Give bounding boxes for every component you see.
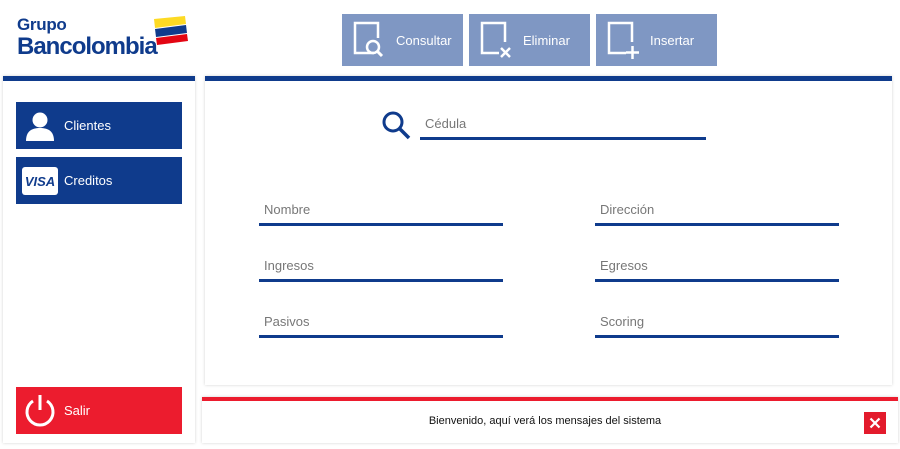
pasivos-field [259, 308, 503, 338]
direccion-field [595, 196, 839, 226]
eliminar-button[interactable]: Eliminar [469, 14, 590, 66]
visa-card-text: VISA [25, 174, 55, 189]
clientes-label: Clientes [64, 118, 111, 133]
insertar-button[interactable]: Insertar [596, 14, 717, 66]
consultar-label: Consultar [396, 32, 452, 48]
cedula-input[interactable] [420, 110, 706, 137]
creditos-label: Creditos [64, 173, 113, 188]
logo-top-text: Grupo [17, 15, 67, 34]
egresos-input[interactable] [595, 252, 839, 279]
app-window: Grupo Bancolombia Consultar Eliminar Ins… [0, 0, 900, 449]
pasivos-input[interactable] [259, 308, 503, 335]
creditos-button[interactable]: VISA Creditos [16, 157, 182, 204]
bancolombia-flag-icon [154, 16, 188, 45]
toolbar: Consultar Eliminar Insertar [342, 14, 717, 66]
system-message-bar: Bienvenido, aquí verá los mensajes del s… [202, 397, 898, 443]
insertar-label: Insertar [650, 32, 695, 48]
eliminar-label: Eliminar [523, 32, 570, 48]
system-message-text: Bienvenido, aquí verá los mensajes del s… [428, 415, 662, 427]
close-icon [869, 417, 881, 429]
scoring-field [595, 308, 839, 338]
bancolombia-logo: Grupo Bancolombia [17, 14, 192, 64]
clientes-button[interactable]: Clientes [16, 102, 182, 149]
nombre-input[interactable] [259, 196, 503, 223]
visa-card-icon: VISA [16, 157, 64, 204]
nombre-field [259, 196, 503, 226]
scoring-input[interactable] [595, 308, 839, 335]
search-icon [381, 110, 413, 142]
consultar-button[interactable]: Consultar [342, 14, 463, 66]
document-delete-icon [469, 14, 523, 66]
sidebar: Clientes VISA Creditos Salir [3, 76, 195, 443]
direccion-input[interactable] [595, 196, 839, 223]
client-form-panel [205, 76, 892, 385]
document-search-icon [342, 14, 396, 66]
power-icon [16, 387, 64, 434]
egresos-field [595, 252, 839, 282]
user-icon [16, 102, 64, 149]
ingresos-field [259, 252, 503, 282]
close-message-button[interactable] [864, 412, 886, 434]
cedula-field [420, 110, 706, 140]
document-add-icon [596, 14, 650, 66]
logo-main-text: Bancolombia [17, 33, 158, 60]
ingresos-input[interactable] [259, 252, 503, 279]
salir-label: Salir [64, 403, 91, 418]
salir-button[interactable]: Salir [16, 387, 182, 434]
